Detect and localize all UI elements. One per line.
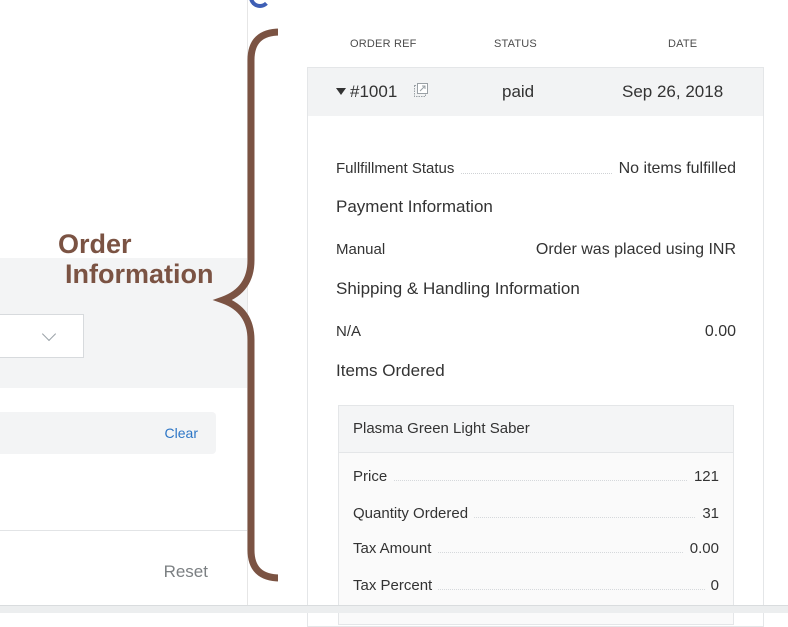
item-row-label: Tax Amount <box>353 540 438 557</box>
reset-button[interactable]: Reset <box>164 562 208 582</box>
shipping-row: N/A 0.00 <box>336 323 736 345</box>
order-status: paid <box>502 82 535 101</box>
item-row-label: Price <box>353 468 394 485</box>
shipping-label: N/A <box>336 323 368 340</box>
annotation-line-2: Information <box>65 259 214 289</box>
clear-button[interactable]: Clear <box>165 425 198 441</box>
item-row-value: 121 <box>687 468 719 485</box>
fulfillment-row: Fullfillment Status No items fulfilled <box>336 160 736 182</box>
column-header-date[interactable]: DATE <box>668 38 697 50</box>
item-row-tax-amount: Tax Amount 0.00 <box>353 540 719 560</box>
item-row-label: Quantity Ordered <box>353 505 475 522</box>
step-circle-icon <box>249 0 271 8</box>
filter-field[interactable]: Clear <box>0 412 216 454</box>
items-section-title: Items Ordered <box>336 361 445 380</box>
order-ref[interactable]: #1001 <box>350 82 397 102</box>
payment-section-title: Payment Information <box>336 197 493 216</box>
payment-row: Manual Order was placed using INR <box>336 241 736 263</box>
annotation-line-1: Order <box>58 229 132 259</box>
item-row-quantity: Quantity Ordered 31 <box>353 505 719 525</box>
chevron-down-icon <box>41 326 57 342</box>
item-row-label: Tax Percent <box>353 577 439 594</box>
order-date: Sep 26, 2018 <box>622 82 724 101</box>
shipping-section-title: Shipping & Handling Information <box>336 279 580 298</box>
item-name: Plasma Green Light Saber <box>353 420 530 437</box>
item-row-tax-percent: Tax Percent 0 <box>353 577 719 597</box>
column-header-order-ref[interactable]: ORDER REF <box>350 38 417 50</box>
external-link-icon[interactable] <box>413 82 429 98</box>
item-row-value: 31 <box>696 505 719 522</box>
fulfillment-label: Fullfillment Status <box>336 160 461 177</box>
shipping-value: 0.00 <box>698 323 736 341</box>
item-row-value: 0.00 <box>683 540 719 557</box>
item-row-value: 0 <box>704 577 719 594</box>
curly-brace-annotation <box>212 28 284 582</box>
filter-select[interactable] <box>0 314 84 358</box>
item-row-price: Price 121 <box>353 468 719 488</box>
column-header-status[interactable]: STATUS <box>494 38 537 50</box>
caret-down-icon[interactable] <box>336 88 346 95</box>
payment-value: Order was placed using INR <box>529 241 736 259</box>
payment-label: Manual <box>336 241 392 258</box>
fulfillment-value: No items fulfilled <box>612 160 736 178</box>
